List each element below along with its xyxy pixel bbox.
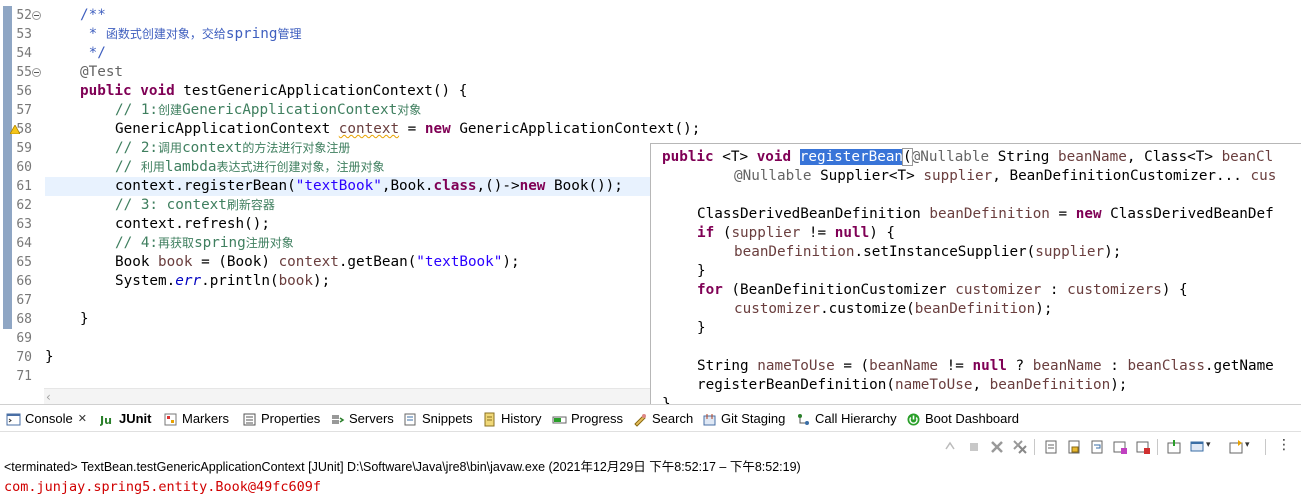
tab-snippets[interactable]: Snippets [403, 409, 473, 429]
toolbar-separator [1157, 439, 1158, 455]
line-number: 54 [16, 46, 32, 61]
stop-icon[interactable] [966, 439, 982, 455]
line-number: 63 [16, 217, 32, 232]
line-number: 61 [16, 179, 32, 194]
view-menu-icon[interactable]: ⋮ [1277, 437, 1291, 453]
line-number: 53 [16, 27, 32, 42]
progress-icon [552, 416, 567, 423]
clear-console-icon[interactable] [1043, 439, 1059, 455]
line-number: 64 [16, 236, 32, 251]
popup-code-line: for (BeanDefinitionCustomizer customizer… [697, 282, 1188, 298]
search-icon [634, 413, 646, 427]
popup-code-line: public <T> void registerBean(@Nullable S… [662, 148, 1274, 166]
tab-search[interactable]: Search [633, 409, 693, 429]
code-line: * 函数式创建对象，交给spring管理 [80, 26, 302, 42]
popup-code-line: String nameToUse = (beanName != null ? b… [697, 358, 1274, 374]
popup-code-line: registerBeanDefinition(nameToUse, beanDe… [697, 377, 1128, 393]
popup-code-line: } [697, 263, 706, 279]
selected-method-name: registerBean [799, 149, 904, 165]
chevron-down-icon[interactable]: ▾ [1245, 440, 1250, 450]
line-number: 68 [16, 312, 32, 327]
close-icon[interactable]: ✕ [78, 409, 87, 429]
properties-icon [243, 413, 256, 425]
line-number: 66 [16, 274, 32, 289]
junit-icon: Ju [100, 414, 112, 427]
call-hierarchy-icon [798, 413, 809, 425]
popup-code-line: beanDefinition.setInstanceSupplier(suppl… [734, 244, 1122, 260]
tab-markers[interactable]: Markers [163, 409, 229, 429]
tab-progress[interactable]: Progress [552, 409, 623, 429]
line-number: 71 [16, 369, 32, 384]
view-tab-bar: Console ✕ Ju JUnit Markers Properties Se… [0, 405, 1301, 432]
tab-boot-dashboard[interactable]: Boot Dashboard [906, 409, 1019, 429]
console-process-label: <terminated> TextBean.testGenericApplica… [4, 460, 801, 474]
tab-history[interactable]: History [482, 409, 541, 429]
line-number: 52 [16, 8, 32, 23]
code-line: public void testGenericApplicationContex… [80, 83, 468, 99]
warning-icon[interactable] [10, 125, 20, 134]
code-line: */ [80, 45, 106, 61]
pin-console-icon[interactable] [1166, 439, 1182, 455]
tab-git-staging[interactable]: Git Staging [702, 409, 785, 429]
popup-code-line: @Nullable Supplier<T> supplier, BeanDefi… [734, 168, 1277, 184]
line-number: 55 [16, 65, 32, 80]
bottom-view-stack: Console ✕ Ju JUnit Markers Properties Se… [0, 404, 1301, 499]
tab-call-hierarchy[interactable]: Call Hierarchy [796, 409, 897, 429]
toolbar-separator [1034, 439, 1035, 455]
popup-code-line: } [697, 320, 706, 336]
console-toolbar: ▾ ▾ ⋮ [0, 433, 1301, 459]
scroll-left-icon[interactable]: ‹ [46, 390, 51, 404]
line-number: 62 [16, 198, 32, 213]
terminate-all-icon[interactable] [943, 439, 959, 455]
git-staging-icon [703, 413, 716, 425]
popup-code-line: ClassDerivedBeanDefinition beanDefinitio… [697, 206, 1274, 222]
tab-junit[interactable]: Ju JUnit [100, 409, 152, 429]
show-on-output-icon[interactable] [1112, 439, 1128, 455]
history-icon [484, 412, 495, 426]
source-hover-popup[interactable]: public <T> void registerBean(@Nullable S… [650, 143, 1301, 413]
popup-code-line: if (supplier != null) { [697, 225, 896, 241]
line-number: 67 [16, 293, 32, 308]
remove-all-terminated-icon[interactable] [1012, 439, 1028, 455]
code-line: /** [80, 7, 106, 23]
snippets-icon [404, 413, 416, 425]
line-number: 59 [16, 141, 32, 156]
toolbar-separator [1265, 439, 1266, 455]
open-console-icon[interactable] [1228, 439, 1244, 455]
line-number: 56 [16, 84, 32, 99]
tab-properties[interactable]: Properties [242, 409, 320, 429]
chevron-down-icon[interactable]: ▾ [1206, 440, 1211, 450]
markers-icon [164, 413, 177, 425]
console-output[interactable]: com.junjay.spring5.entity.Book@49fc609f [4, 478, 321, 497]
fold-collapse-icon[interactable] [32, 68, 41, 77]
line-number-gutter: 52 53 54 55 56 57 58 59 60 61 62 63 64 6… [10, 0, 44, 388]
servers-icon [332, 414, 345, 424]
show-on-error-icon[interactable] [1135, 439, 1151, 455]
fold-collapse-icon[interactable] [32, 11, 41, 20]
line-number: 65 [16, 255, 32, 270]
remove-launch-icon[interactable] [989, 439, 1005, 455]
code-line: GenericApplicationContext context = new … [115, 121, 701, 137]
tab-servers[interactable]: Servers [330, 409, 394, 429]
code-line: // 1:创建GenericApplicationContext对象 [115, 102, 422, 118]
scroll-lock-icon[interactable] [1066, 439, 1082, 455]
line-number: 70 [16, 350, 32, 365]
display-console-icon[interactable] [1189, 439, 1205, 455]
console-icon [6, 413, 21, 425]
boot-dashboard-icon [907, 413, 920, 425]
svg-text:Ju: Ju [100, 414, 112, 427]
code-line: @Test [80, 64, 124, 80]
line-number: 57 [16, 103, 32, 118]
line-number: 60 [16, 160, 32, 175]
tab-console[interactable]: Console ✕ [6, 409, 87, 429]
word-wrap-icon[interactable] [1089, 439, 1105, 455]
line-number: 69 [16, 331, 32, 346]
popup-code-line: customizer.customize(beanDefinition); [734, 301, 1053, 317]
